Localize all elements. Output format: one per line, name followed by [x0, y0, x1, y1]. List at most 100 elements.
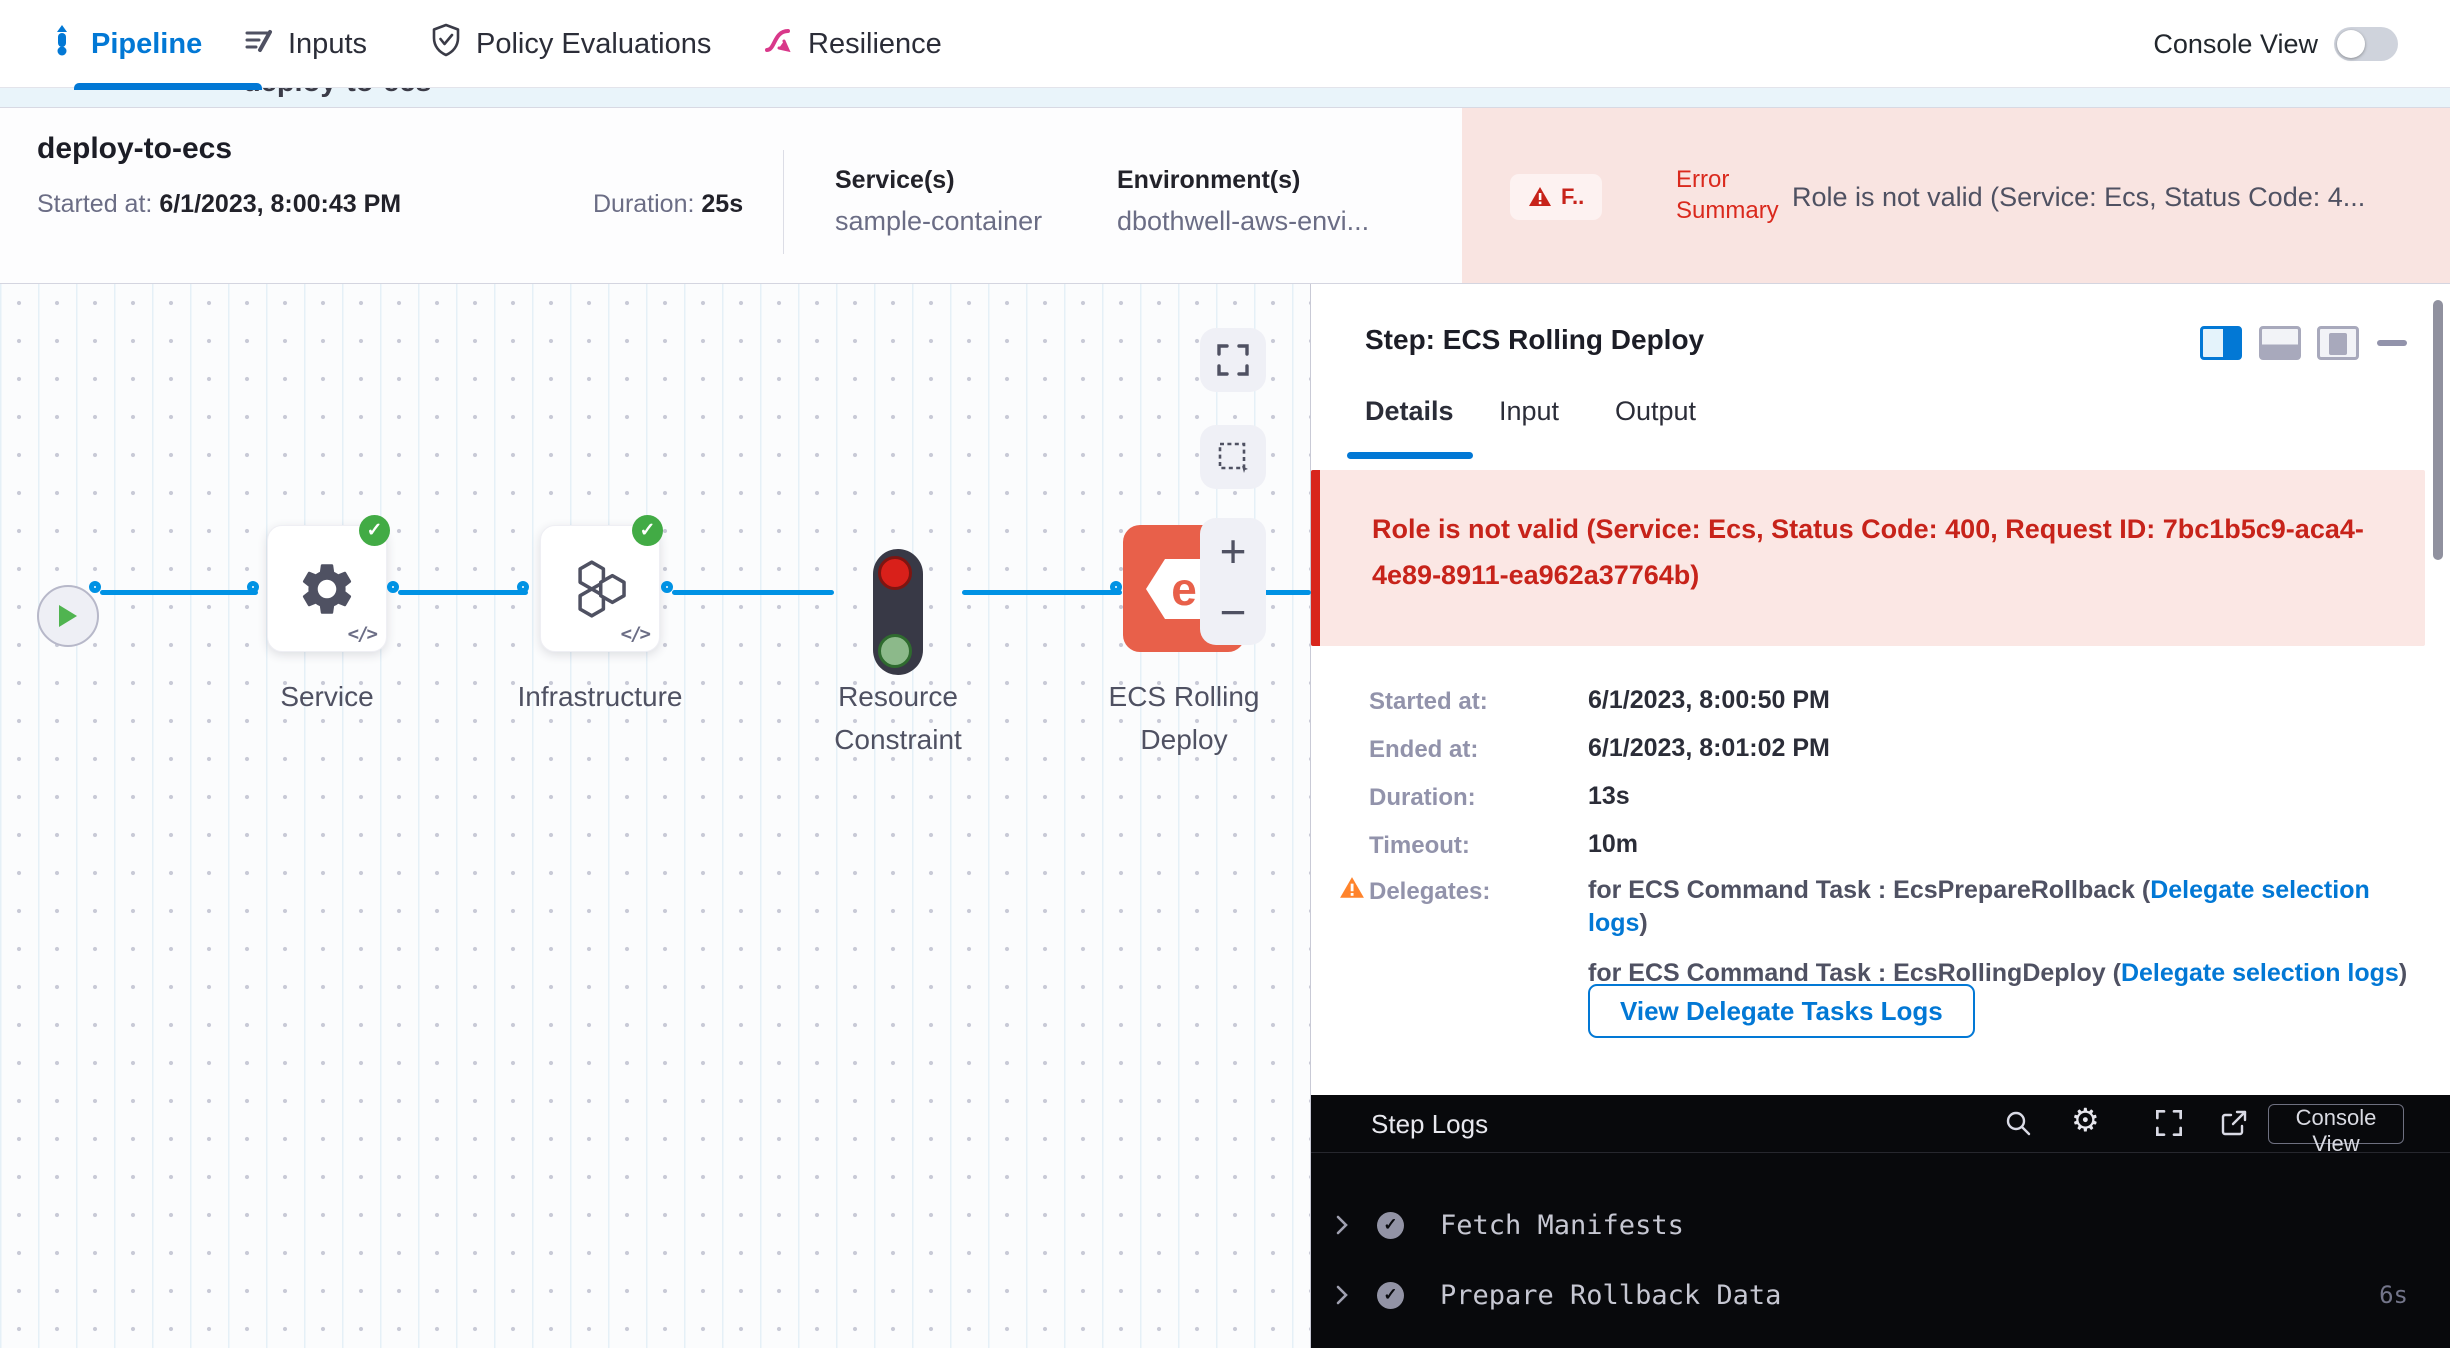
success-check-icon: ✓: [1377, 1212, 1404, 1239]
gear-icon: [296, 558, 358, 620]
execution-header: deploy-to-ecs Started at: 6/1/2023, 8:00…: [0, 108, 2450, 284]
clipped-pipeline-name: deploy-to-ecs: [243, 88, 432, 99]
step-logs-title: Step Logs: [1371, 1109, 1488, 1140]
step-logs-section: Step Logs ⚙ Console View ✓ Fetch Manifes…: [1311, 1095, 2450, 1348]
play-icon: [57, 603, 79, 629]
node-label-service: Service: [217, 675, 437, 718]
delegates-value: for ECS Command Task : EcsPrepareRollbac…: [1588, 874, 2421, 990]
ended-at-label: Ended at:: [1369, 736, 1478, 764]
chevron-right-icon[interactable]: [1335, 1214, 1349, 1236]
hexagons-icon: [567, 556, 633, 622]
timeout-label: Timeout:: [1369, 832, 1470, 860]
status-badge: F..: [1510, 174, 1602, 220]
nav-tab-resilience[interactable]: Resilience: [762, 0, 942, 88]
connector-port: [517, 581, 529, 593]
delegate-line: for ECS Command Task : EcsPrepareRollbac…: [1588, 874, 2421, 940]
pipeline-start-node[interactable]: [37, 585, 99, 647]
error-summary-label: Error Summary: [1676, 164, 1806, 226]
environments-value[interactable]: dbothwell-aws-envi...: [1117, 206, 1369, 237]
pipeline-icon: [47, 24, 77, 64]
divider: [783, 150, 784, 254]
canvas-zoom-panel: + −: [1200, 518, 1266, 645]
node-infrastructure[interactable]: </> ✓: [540, 525, 660, 652]
code-icon: </>: [348, 623, 376, 645]
active-tab-underline: [74, 83, 262, 90]
pipeline-canvas[interactable]: </> ✓ Service </> ✓ Infrastructure Resou…: [0, 284, 1311, 1348]
tab-input[interactable]: Input: [1499, 396, 1559, 427]
layout-float-icon[interactable]: [2317, 326, 2359, 360]
started-at-label: Started at:: [1369, 688, 1488, 716]
delegate-selection-logs-link[interactable]: Delegate selection logs: [2121, 959, 2399, 987]
edge: [672, 590, 834, 595]
ended-at-value: 6/1/2023, 8:01:02 PM: [1588, 734, 1830, 763]
node-resource-constraint[interactable]: [873, 549, 923, 675]
log-step-duration: 6s: [2379, 1281, 2408, 1309]
nav-tab-label: Pipeline: [91, 28, 202, 61]
delegates-label: Delegates:: [1369, 878, 1490, 906]
canvas-select-button[interactable]: [1200, 425, 1266, 489]
open-external-icon[interactable]: [2219, 1108, 2249, 1143]
log-step-name: Fetch Manifests: [1440, 1210, 1684, 1241]
duration-label: Duration:: [1369, 784, 1476, 812]
connector-port: [387, 581, 399, 593]
duration: Duration: 25s: [593, 190, 743, 219]
services-label: Service(s): [835, 166, 955, 195]
nav-tab-policy-evaluations[interactable]: Policy Evaluations: [430, 0, 711, 88]
log-row-fetch-manifests[interactable]: ✓ Fetch Manifests: [1311, 1203, 2450, 1247]
chevron-right-icon[interactable]: [1335, 1284, 1349, 1306]
active-tab-underline: [1347, 452, 1473, 459]
started-at-value: 6/1/2023, 8:00:50 PM: [1588, 686, 1830, 715]
traffic-light-green: [878, 634, 912, 668]
log-step-name: Prepare Rollback Data: [1440, 1280, 1781, 1311]
zoom-in-button[interactable]: +: [1220, 524, 1247, 578]
delegate-warning-icon: [1339, 876, 1365, 900]
log-row-prepare-rollback-data[interactable]: ✓ Prepare Rollback Data 6s: [1311, 1273, 2450, 1317]
console-view-toggle[interactable]: [2334, 27, 2398, 61]
log-settings-gear-icon[interactable]: ⚙: [2071, 1101, 2100, 1139]
error-summary-message: Role is not valid (Service: Ecs, Status …: [1792, 182, 2412, 213]
panel-scrollbar[interactable]: [2433, 300, 2443, 560]
nav-tab-pipeline[interactable]: Pipeline: [47, 0, 202, 88]
search-icon[interactable]: [2003, 1108, 2033, 1143]
started-at: Started at: 6/1/2023, 8:00:43 PM: [37, 190, 401, 219]
tab-output[interactable]: Output: [1615, 396, 1696, 427]
traffic-light-red: [878, 556, 912, 590]
code-icon: </>: [621, 623, 649, 645]
node-label-infrastructure: Infrastructure: [490, 675, 710, 718]
services-value[interactable]: sample-container: [835, 206, 1042, 237]
success-check-icon: ✓: [632, 515, 663, 546]
nav-tab-label: Inputs: [288, 28, 367, 61]
toggle-knob: [2337, 30, 2365, 58]
connector-port: [247, 581, 259, 593]
log-fullscreen-icon[interactable]: [2154, 1108, 2184, 1143]
step-details-panel: Step: ECS Rolling Deploy Details Input O…: [1311, 284, 2450, 1348]
pipeline-name: deploy-to-ecs: [37, 132, 232, 166]
view-delegate-tasks-logs-button[interactable]: View Delegate Tasks Logs: [1588, 984, 1975, 1038]
step-logs-header: Step Logs ⚙ Console View: [1311, 1095, 2450, 1153]
error-summary-section: F.. Error Summary Role is not valid (Ser…: [1462, 108, 2450, 283]
tab-details[interactable]: Details: [1365, 396, 1454, 427]
svg-text:e: e: [1171, 563, 1197, 615]
logs-console-view-button[interactable]: Console View: [2268, 1104, 2404, 1144]
node-label-resource-constraint: Resource Constraint: [788, 675, 1008, 761]
canvas-fullscreen-button[interactable]: [1200, 328, 1266, 392]
minimize-panel-icon[interactable]: [2377, 340, 2407, 346]
nav-tab-label: Policy Evaluations: [476, 28, 711, 61]
panel-title: Step: ECS Rolling Deploy: [1365, 324, 1704, 356]
connector-port: [89, 581, 101, 593]
inputs-icon: [242, 24, 274, 64]
edge: [100, 590, 258, 595]
nav-tab-label: Resilience: [808, 28, 942, 61]
warning-icon: [1528, 186, 1552, 208]
connector-port: [661, 581, 673, 593]
top-nav: Pipeline Inputs Policy Evaluations Resil…: [0, 0, 2450, 88]
connector-port: [1110, 581, 1122, 593]
node-service[interactable]: </> ✓: [267, 525, 387, 652]
zoom-out-button[interactable]: −: [1220, 585, 1247, 639]
layout-right-icon[interactable]: [2200, 326, 2242, 360]
success-check-icon: ✓: [359, 515, 390, 546]
resilience-icon: [762, 24, 794, 64]
nav-tab-inputs[interactable]: Inputs: [242, 0, 367, 88]
layout-bottom-icon[interactable]: [2259, 326, 2301, 360]
environments-label: Environment(s): [1117, 166, 1300, 195]
